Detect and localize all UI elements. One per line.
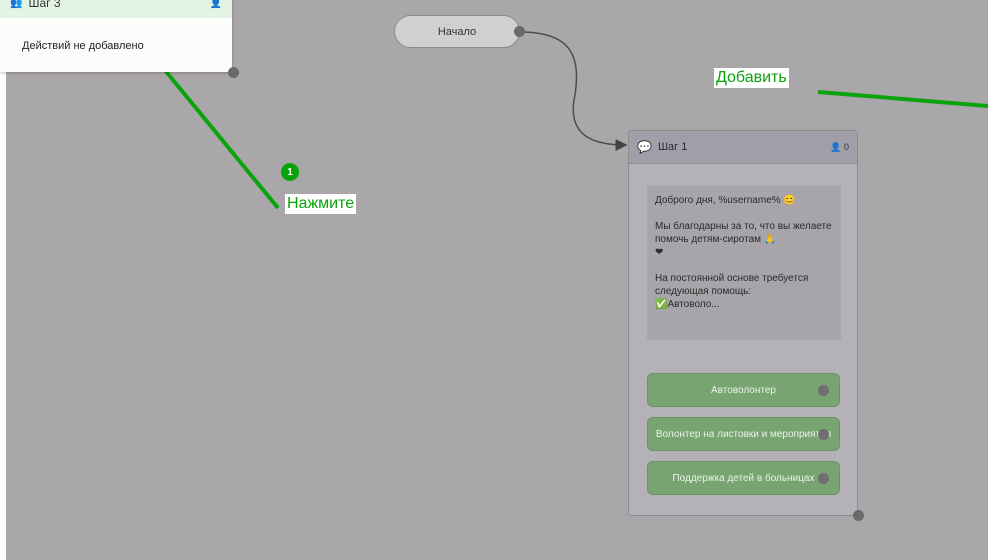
step1-card[interactable]: 💬 Шаг 1 👤 0 Доброго дня, %username% 😊 Мы… [628,130,858,516]
button-output-handle[interactable] [818,429,829,440]
user-count-icon: 👤 [209,0,222,9]
start-to-step1-connector [519,31,628,151]
subscriber-count-value: 0 [843,141,849,152]
people-icon: 👥 [10,0,23,9]
step3-card[interactable]: 👥 Шаг 3 👤 Действий не добавлено [0,0,232,72]
step3-card-header: 👥 Шаг 3 👤 [0,0,232,18]
step1-card-header: 💬 Шаг 1 👤 0 [629,131,857,164]
button-output-handle[interactable] [818,473,829,484]
add-arrow-line [817,90,988,108]
subscriber-count: 👤 0 [830,142,849,153]
step-number-badge: 1 [281,163,299,181]
start-node[interactable]: Начало [394,15,520,48]
flow-button-label: Волонтер на листовки и мероприятия [655,428,832,440]
button-output-handle[interactable] [818,385,829,396]
flow-button-leaflets-volunteer[interactable]: Волонтер на листовки и мероприятия [647,417,840,451]
user-icon: 👤 [830,141,842,152]
flow-button-label: Автоволонтер [711,384,776,396]
press-annotation: Нажмите [285,194,357,214]
add-annotation: Добавить [714,68,789,88]
step3-empty-text[interactable]: Действий не добавлено [0,18,232,52]
flow-button-autovolunteer[interactable]: Автоволонтер [647,373,840,407]
start-output-handle[interactable] [514,26,525,37]
step1-output-handle[interactable] [853,510,864,521]
speech-bubble-icon: 💬 [637,140,652,154]
message-preview[interactable]: Доброго дня, %username% 😊 Мы благодарны … [647,186,841,340]
step3-output-handle[interactable] [228,67,239,78]
press-arrow-line [148,50,280,210]
step3-title: Шаг 3 [28,0,61,10]
start-node-label: Начало [437,25,477,38]
flow-button-label: Поддержка детей в больницах [672,472,815,484]
step1-title: Шаг 1 [657,141,688,153]
flow-button-hospital-support[interactable]: Поддержка детей в больницах [647,461,840,495]
